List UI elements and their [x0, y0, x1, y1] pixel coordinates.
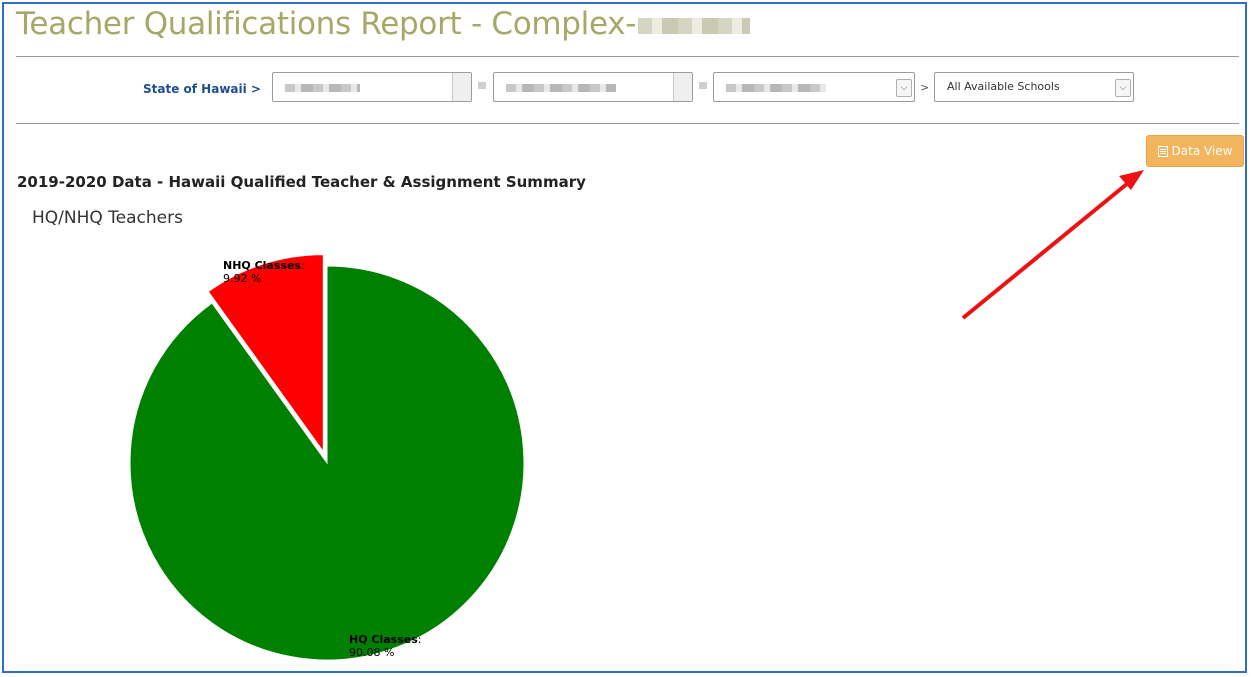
nhq-data-label: NHQ Classes: 9.92 % — [223, 259, 305, 285]
hq-data-label: HQ Classes: 90.08 % — [349, 633, 422, 659]
pie-slice-hq-classes[interactable] — [129, 265, 525, 661]
pie-chart — [129, 254, 525, 661]
